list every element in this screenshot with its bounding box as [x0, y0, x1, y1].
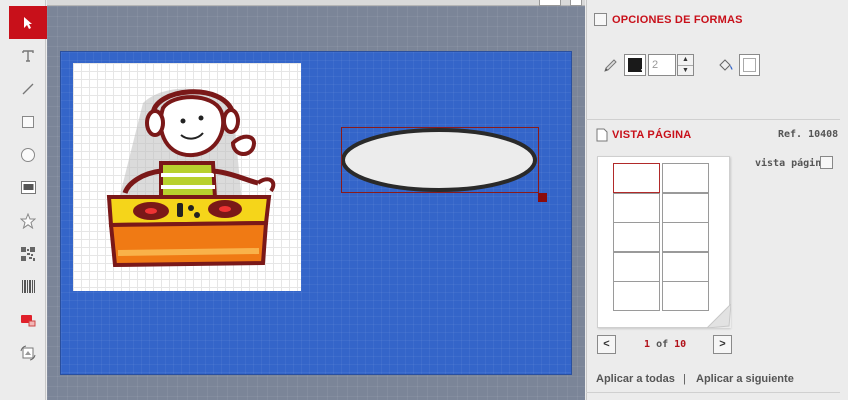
page-thumbnail[interactable]: [613, 163, 660, 193]
page-thumbnail[interactable]: [613, 251, 660, 282]
page-thumbnail[interactable]: [662, 281, 709, 311]
star-icon: [20, 212, 36, 229]
page-thumbnail[interactable]: [662, 192, 709, 223]
text-tool-button[interactable]: [9, 39, 47, 72]
qr-code-icon: [21, 246, 35, 261]
chevron-down-icon: ▾: [640, 68, 644, 74]
page-thumbnail[interactable]: [613, 222, 660, 252]
stepper-down-icon[interactable]: ▼: [678, 65, 693, 75]
star-tool-button[interactable]: [9, 204, 47, 237]
page-view-title: VISTA PÁGINA: [612, 129, 692, 141]
apply-to-all-link[interactable]: Aplicar a todas: [596, 373, 675, 385]
circle-icon: [21, 147, 35, 162]
page-thumbnail[interactable]: [662, 251, 709, 282]
tool-sidebar: [0, 0, 47, 400]
section-divider: [586, 119, 840, 120]
resize-handle[interactable]: [538, 193, 547, 202]
page-view-toggle-label: vista página: [755, 158, 828, 169]
paint-bucket-icon: [719, 59, 733, 71]
prev-page-button[interactable]: <: [597, 335, 616, 354]
image-tool-button[interactable]: [9, 171, 47, 204]
link-separator: |: [683, 373, 686, 385]
page-counter: 1 of 10: [644, 339, 686, 350]
line-tool-button[interactable]: [9, 72, 47, 105]
ellipse-tool-button[interactable]: [9, 138, 47, 171]
page-thumbnail[interactable]: [662, 163, 709, 193]
page-curl-decoration: [707, 304, 731, 328]
apply-to-next-link[interactable]: Aplicar a siguiente: [696, 373, 794, 385]
reference-label: Ref. 10408: [778, 129, 839, 140]
arrow-pointer-icon: [24, 16, 32, 29]
next-page-button[interactable]: >: [713, 335, 732, 354]
page-view-checkbox[interactable]: [820, 156, 833, 169]
qr-code-tool-button[interactable]: [9, 237, 47, 270]
stroke-color-picker[interactable]: ▾: [624, 54, 646, 76]
total-pages: 10: [674, 339, 687, 350]
page-icon: [596, 128, 608, 142]
fill-color-picker[interactable]: [739, 54, 760, 76]
stroke-width-input[interactable]: 2: [648, 54, 676, 76]
image-icon: [20, 181, 36, 194]
pointer-tool-button[interactable]: [9, 6, 47, 39]
shape-options-title: OPCIONES DE FORMAS: [612, 14, 743, 26]
barcode-tool-button[interactable]: [9, 270, 47, 303]
page-of-label: of: [656, 339, 669, 350]
page-thumbnail[interactable]: [613, 192, 660, 223]
shape-options-checkbox[interactable]: [594, 13, 607, 26]
pencil-icon: [604, 59, 617, 72]
placed-image[interactable]: [73, 63, 301, 291]
colored-shape-icon: [21, 314, 36, 326]
selection-bounding-box: [341, 127, 539, 193]
current-page: 1: [644, 339, 651, 350]
text-t-icon: [22, 49, 34, 62]
shape-color-tool-button[interactable]: [9, 303, 47, 336]
transform-tool-button[interactable]: [9, 336, 47, 369]
dj-illustration: [106, 88, 276, 268]
page-thumbnail[interactable]: [662, 222, 709, 252]
stepper-up-icon[interactable]: ▲: [678, 55, 693, 65]
line-icon: [22, 83, 34, 94]
section-divider-bottom: [586, 392, 840, 393]
stroke-width-stepper[interactable]: ▲ ▼: [677, 54, 694, 76]
rectangle-tool-button[interactable]: [9, 105, 47, 138]
rectangle-icon: [22, 115, 34, 128]
page-thumbnail[interactable]: [613, 281, 660, 311]
rotate-image-icon: [20, 345, 36, 360]
barcode-icon: [22, 280, 35, 293]
